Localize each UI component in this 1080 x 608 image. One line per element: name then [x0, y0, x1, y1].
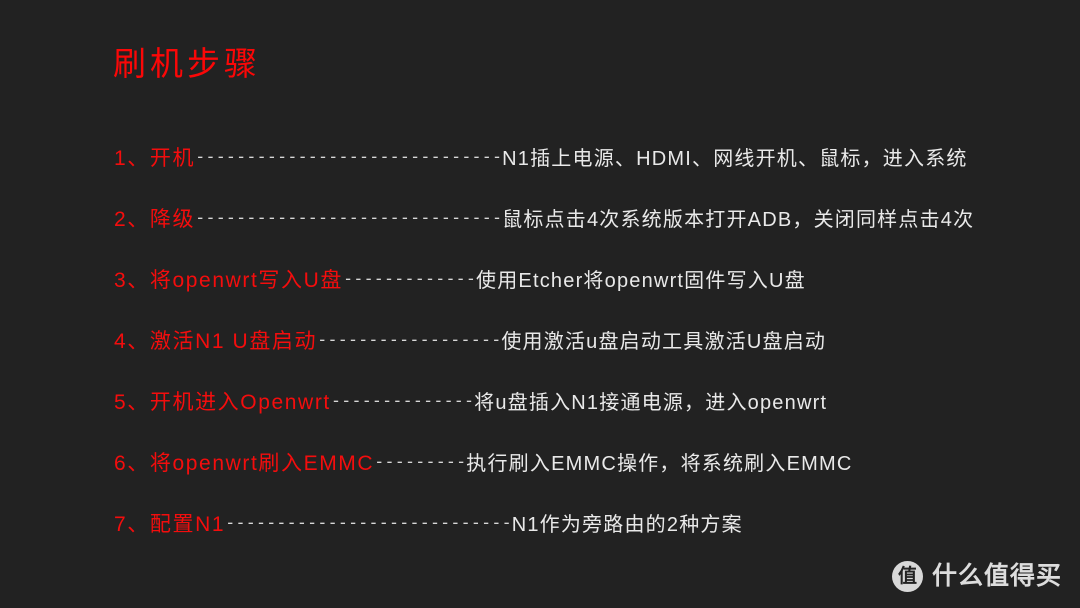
step-label: 7、配置N1	[114, 513, 226, 536]
step-row: 4、激活N1 U盘启动 ------------------ 使用激活u盘启动工…	[114, 311, 1064, 372]
step-description: 使用Etcher将openwrt固件写入U盘	[476, 269, 806, 292]
step-label: 1、开机	[114, 147, 196, 170]
page-title: 刷机步骤	[113, 45, 261, 82]
step-label: 3、将openwrt写入U盘	[114, 269, 343, 292]
step-connector-dashes: --------------	[330, 391, 475, 411]
step-connector-dashes: ----------------------------	[225, 513, 512, 533]
steps-list: 1、开机 ------------------------------ N1插上…	[114, 128, 1064, 555]
slide-canvas: 刷机步骤 1、开机 ------------------------------…	[0, 0, 1080, 608]
step-row: 2、降级 ------------------------------ 鼠标点击…	[114, 189, 1064, 250]
step-description: 使用激活u盘启动工具激活U盘启动	[501, 330, 827, 353]
step-row: 5、开机进入Openwrt -------------- 将u盘插入N1接通电源…	[114, 372, 1064, 433]
step-description: 将u盘插入N1接通电源，进入openwrt	[474, 391, 828, 414]
step-label: 2、降级	[114, 208, 196, 231]
smzdm-logo-icon: 值	[891, 561, 923, 592]
step-description: 鼠标点击4次系统版本打开ADB，关闭同样点击4次	[502, 208, 975, 231]
step-connector-dashes: -------------	[342, 269, 477, 289]
step-description: 执行刷入EMMC操作，将系统刷入EMMC	[466, 452, 853, 475]
watermark: 值 什么值得买	[891, 561, 1062, 592]
step-connector-dashes: ------------------------------	[195, 147, 503, 167]
step-row: 3、将openwrt写入U盘 ------------- 使用Etcher将op…	[114, 250, 1064, 311]
step-connector-dashes: ------------------	[317, 330, 502, 350]
step-label: 5、开机进入Openwrt	[114, 391, 331, 414]
step-row: 6、将openwrt刷入EMMC --------- 执行刷入EMMC操作，将系…	[114, 433, 1064, 494]
watermark-label: 什么值得买	[931, 562, 1062, 590]
step-label: 4、激活N1 U盘启动	[114, 330, 318, 353]
step-label: 6、将openwrt刷入EMMC	[114, 452, 375, 475]
step-row: 7、配置N1 ---------------------------- N1作为…	[114, 494, 1064, 555]
step-connector-dashes: ------------------------------	[195, 208, 503, 228]
step-row: 1、开机 ------------------------------ N1插上…	[114, 128, 1064, 189]
step-connector-dashes: ---------	[374, 452, 467, 472]
step-description: N1作为旁路由的2种方案	[511, 513, 743, 536]
step-description: N1插上电源、HDMI、网线开机、鼠标，进入系统	[502, 147, 968, 170]
